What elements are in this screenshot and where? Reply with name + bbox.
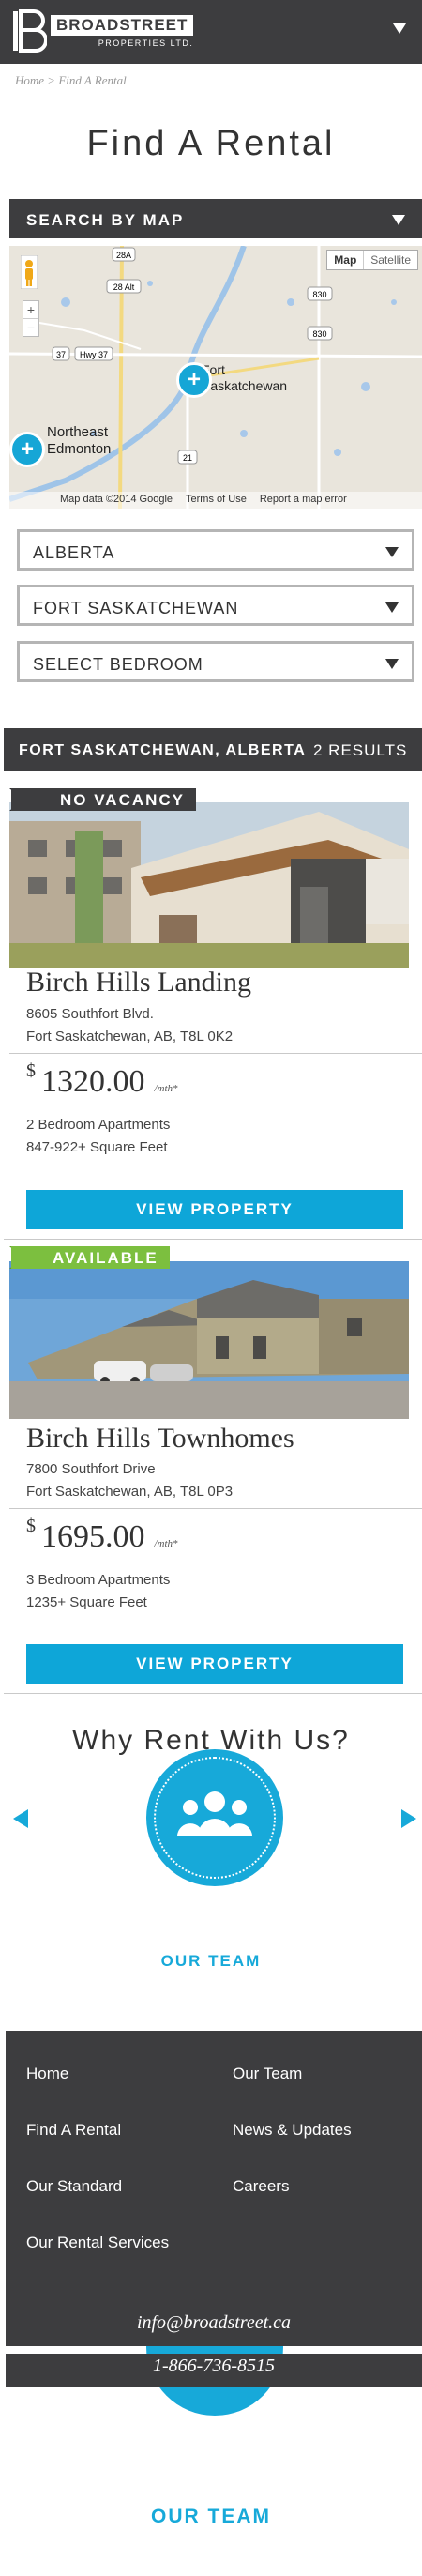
footer-link-careers[interactable]: Careers: [233, 2177, 289, 2196]
page-title: Find A Rental: [86, 124, 336, 163]
footer-link-our-team[interactable]: Our Team: [233, 2065, 302, 2083]
price-currency: $: [26, 1516, 36, 1536]
property-name[interactable]: Birch Hills Landing: [26, 967, 251, 998]
map-terms-link[interactable]: Terms of Use: [186, 494, 247, 509]
property-price: $1695.00/mth*: [26, 1516, 178, 1555]
results-location: FORT SASKATCHEWAN, ALBERTA: [19, 742, 307, 758]
carousel-next-icon[interactable]: [401, 1809, 416, 1828]
map-zoom-control[interactable]: + −: [23, 300, 39, 337]
results-header: FORT SASKATCHEWAN, ALBERTA 2 RESULTS: [4, 728, 422, 771]
our-team-label-duplicate: OUR TEAM: [151, 2506, 271, 2527]
divider: [9, 1508, 422, 1509]
map-data-credit: Map data ©2014 Google: [60, 494, 173, 505]
road-label-37: 37: [56, 350, 66, 359]
property-photo[interactable]: [9, 802, 409, 968]
province-select-value: ALBERTA: [33, 543, 115, 562]
property-address-line1: 7800 Southfort Drive: [26, 1461, 156, 1477]
footer-email[interactable]: info@broadstreet.ca: [6, 2312, 422, 2334]
breadcrumb[interactable]: Home > Find A Rental: [15, 73, 127, 88]
property-bedrooms: 2 Bedroom Apartments: [26, 1117, 171, 1133]
map-type-control[interactable]: Map Satellite: [326, 250, 418, 270]
chevron-down-icon: [385, 546, 399, 557]
bedroom-select-value: SELECT BEDROOM: [33, 655, 203, 674]
divider: [4, 1239, 422, 1240]
chevron-down-icon: [385, 602, 399, 613]
city-select[interactable]: FORT SASKATCHEWAN: [17, 585, 414, 626]
property-square-feet: 1235+ Square Feet: [26, 1594, 147, 1610]
carousel-prev-icon[interactable]: [13, 1809, 28, 1828]
map-report-link[interactable]: Report a map error: [260, 494, 347, 509]
price-value: 1695.00: [41, 1519, 145, 1554]
site-header: BROADSTREET PROPERTIES LTD.: [0, 0, 422, 64]
road-label-28a: 28A: [116, 251, 131, 260]
menu-toggle-icon[interactable]: [390, 19, 409, 38]
status-badge: AVAILABLE: [11, 1246, 170, 1269]
brand-subtitle: PROPERTIES LTD.: [98, 38, 194, 48]
bedroom-select[interactable]: SELECT BEDROOM: [17, 641, 414, 682]
road-label-21: 21: [183, 453, 192, 463]
view-property-button[interactable]: VIEW PROPERTY: [26, 1644, 403, 1684]
street-view-pegman-icon[interactable]: [21, 255, 38, 289]
map-type-map-button[interactable]: Map: [327, 251, 365, 269]
price-unit: /mth*: [154, 1538, 178, 1549]
property-address-line2: Fort Saskatchewan, AB, T8L 0K2: [26, 1029, 234, 1044]
brand-name: BROADSTREET: [51, 14, 194, 36]
results-count: 2 RESULTS: [313, 741, 408, 759]
our-team-slide-icon[interactable]: [146, 1749, 283, 1886]
view-property-button[interactable]: VIEW PROPERTY: [26, 1190, 403, 1229]
province-select[interactable]: ALBERTA: [17, 529, 414, 571]
map-pin-fort-saskatchewan[interactable]: +: [176, 362, 212, 398]
chevron-down-icon: [385, 658, 399, 669]
map-label-northeast-edmonton: Northeast Edmonton: [47, 424, 112, 457]
property-price: $1320.00/mth*: [26, 1060, 178, 1100]
map-attribution: Map data ©2014 Google Terms of Use Repor…: [9, 492, 422, 509]
price-currency: $: [26, 1060, 36, 1081]
price-unit: /mth*: [154, 1083, 178, 1094]
divider: [4, 1693, 422, 1694]
property-name[interactable]: Birch Hills Townhomes: [26, 1423, 294, 1455]
search-by-map-label: SEARCH BY MAP: [26, 211, 185, 229]
logo-mark-icon: [11, 9, 48, 53]
footer-link-rental-services[interactable]: Our Rental Services: [26, 2233, 169, 2252]
footer-link-find-a-rental[interactable]: Find A Rental: [26, 2121, 121, 2140]
property-photo[interactable]: [9, 1261, 409, 1419]
rental-map[interactable]: 28A 28 Alt 37 Hwy 37 830 830 21 Fort Sas…: [9, 246, 422, 509]
road-label-hwy37: Hwy 37: [80, 350, 108, 359]
road-label-28alt: 28 Alt: [113, 282, 135, 292]
caret-down-icon: [392, 214, 405, 225]
footer-phone[interactable]: 1-866-736-8515: [6, 2354, 422, 2387]
property-address-line1: 8605 Southfort Blvd.: [26, 1006, 154, 1022]
footer-link-home[interactable]: Home: [26, 2065, 68, 2083]
property-square-feet: 847-922+ Square Feet: [26, 1139, 168, 1155]
price-value: 1320.00: [41, 1064, 145, 1099]
divider: [9, 1053, 422, 1054]
status-badge: NO VACANCY: [11, 788, 197, 811]
zoom-out-button[interactable]: −: [23, 318, 38, 336]
property-bedrooms: 3 Bedroom Apartments: [26, 1572, 171, 1588]
footer-link-our-standard[interactable]: Our Standard: [26, 2177, 122, 2196]
road-label-830-south: 830: [312, 329, 326, 339]
search-by-map-toggle[interactable]: SEARCH BY MAP: [9, 199, 422, 238]
site-footer: Home Our Team Find A Rental News & Updat…: [6, 2031, 422, 2346]
logo[interactable]: BROADSTREET PROPERTIES LTD.: [11, 9, 194, 53]
city-select-value: FORT SASKATCHEWAN: [33, 599, 239, 617]
zoom-in-button[interactable]: +: [23, 301, 38, 318]
map-pin-northeast-edmonton[interactable]: +: [9, 432, 45, 467]
our-team-label[interactable]: OUR TEAM: [0, 1952, 422, 1971]
map-type-satellite-button[interactable]: Satellite: [364, 251, 417, 269]
footer-link-news-updates[interactable]: News & Updates: [233, 2121, 352, 2140]
road-label-830-north: 830: [312, 290, 326, 299]
property-address-line2: Fort Saskatchewan, AB, T8L 0P3: [26, 1484, 234, 1500]
